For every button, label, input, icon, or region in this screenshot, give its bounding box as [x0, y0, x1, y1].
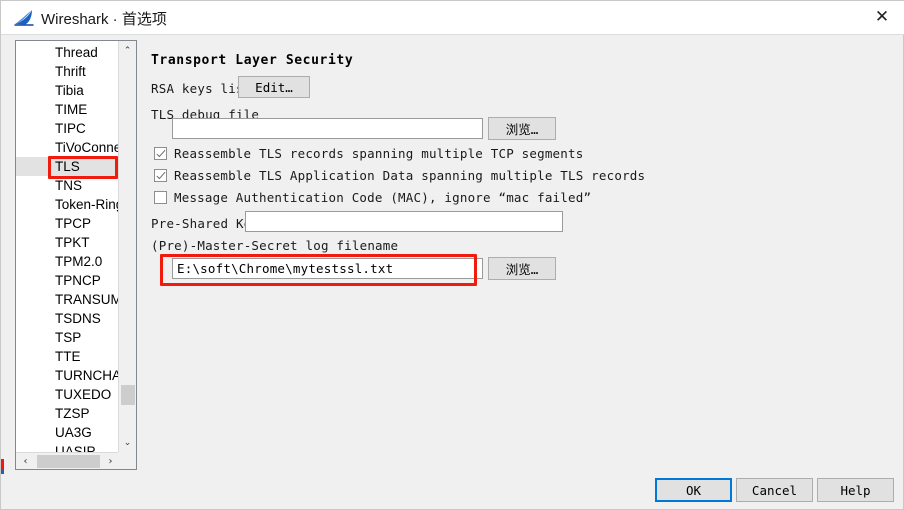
protocol-list-item[interactable]: TNS	[16, 176, 119, 195]
protocol-list-item[interactable]: TURNCHANNEL	[16, 366, 119, 385]
protocol-list-item[interactable]: TUXEDO	[16, 385, 119, 404]
reassemble-appdata-label: Reassemble TLS Application Data spanning…	[174, 168, 646, 183]
page-title: Transport Layer Security	[151, 53, 354, 68]
ok-button[interactable]: OK	[655, 478, 732, 502]
scroll-up-icon[interactable]: ⌃	[119, 42, 136, 59]
protocol-list-item[interactable]: TSP	[16, 328, 119, 347]
mac-ignore-checkbox[interactable]	[154, 191, 167, 204]
tls-debug-file-input[interactable]	[172, 118, 483, 139]
reassemble-appdata-row[interactable]: Reassemble TLS Application Data spanning…	[154, 168, 645, 183]
protocol-list[interactable]: ThreadThriftTibiaTIMETIPCTiVoConnectTLST…	[15, 40, 137, 470]
master-secret-log-label: (Pre)-Master-Secret log filename	[151, 238, 399, 253]
edge-artifact-blue	[1, 469, 4, 474]
master-secret-browse-button[interactable]: 浏览…	[488, 257, 556, 280]
protocol-list-item[interactable]: UA3G	[16, 423, 119, 442]
protocol-list-item[interactable]: TPKT	[16, 233, 119, 252]
protocol-list-item[interactable]: TIPC	[16, 119, 119, 138]
mac-ignore-row[interactable]: Message Authentication Code (MAC), ignor…	[154, 190, 591, 205]
edge-artifact-red	[1, 459, 4, 469]
window-title: Wireshark · 首选项	[41, 11, 167, 28]
reassemble-tcp-checkbox[interactable]	[154, 147, 167, 160]
reassemble-tcp-label: Reassemble TLS records spanning multiple…	[174, 146, 584, 161]
protocol-list-item[interactable]: TPCP	[16, 214, 119, 233]
pre-shared-key-label: Pre-Shared Key	[151, 216, 260, 231]
protocol-list-item[interactable]: TIME	[16, 100, 119, 119]
master-secret-log-input[interactable]	[172, 258, 483, 279]
scroll-down-icon[interactable]: ⌄	[119, 434, 136, 451]
protocol-list-vertical-scrollbar[interactable]: ⌃ ⌄	[118, 41, 136, 452]
scroll-left-icon[interactable]: ‹	[17, 453, 34, 469]
help-button[interactable]: Help	[817, 478, 894, 502]
wireshark-fin-icon	[14, 9, 34, 26]
protocol-list-items: ThreadThriftTibiaTIMETIPCTiVoConnectTLST…	[16, 43, 119, 452]
protocol-list-item[interactable]: TLS	[16, 157, 119, 176]
title-bar: Wireshark · 首选项 ✕	[1, 1, 904, 35]
scrollbar-corner	[118, 452, 136, 469]
rsa-keys-list-label: RSA keys list	[151, 81, 252, 96]
protocol-list-item[interactable]: Token-Ring	[16, 195, 119, 214]
tls-debug-browse-button[interactable]: 浏览…	[488, 117, 556, 140]
pre-shared-key-input[interactable]	[245, 211, 563, 232]
protocol-list-item[interactable]: TZSP	[16, 404, 119, 423]
preferences-dialog: Wireshark · 首选项 ✕ Thread Thrift Tibia TIME T…	[0, 0, 904, 510]
protocol-list-item[interactable]: Tibia	[16, 81, 119, 100]
cancel-button[interactable]: Cancel	[736, 478, 813, 502]
protocol-list-viewport: ThreadThriftTibiaTIMETIPCTiVoConnectTLST…	[16, 41, 119, 452]
protocol-list-item[interactable]: Thrift	[16, 62, 119, 81]
protocol-list-item[interactable]: TTE	[16, 347, 119, 366]
protocol-list-item[interactable]: Thread	[16, 43, 119, 62]
reassemble-tcp-row[interactable]: Reassemble TLS records spanning multiple…	[154, 146, 583, 161]
reassemble-appdata-checkbox[interactable]	[154, 169, 167, 182]
protocol-list-item[interactable]: TPM2.0	[16, 252, 119, 271]
protocol-list-item[interactable]: UASIP	[16, 442, 119, 452]
protocol-list-item[interactable]: TiVoConnect	[16, 138, 119, 157]
protocol-list-item[interactable]: TRANSUM	[16, 290, 119, 309]
close-icon[interactable]: ✕	[859, 1, 904, 33]
vertical-scroll-thumb[interactable]	[121, 385, 135, 405]
scroll-right-icon[interactable]: ›	[102, 453, 119, 469]
protocol-list-item[interactable]: TPNCP	[16, 271, 119, 290]
mac-ignore-label: Message Authentication Code (MAC), ignor…	[174, 190, 592, 205]
protocol-list-item[interactable]: TSDNS	[16, 309, 119, 328]
rsa-keys-edit-button[interactable]: Edit…	[238, 76, 310, 98]
horizontal-scroll-thumb[interactable]	[37, 455, 100, 468]
